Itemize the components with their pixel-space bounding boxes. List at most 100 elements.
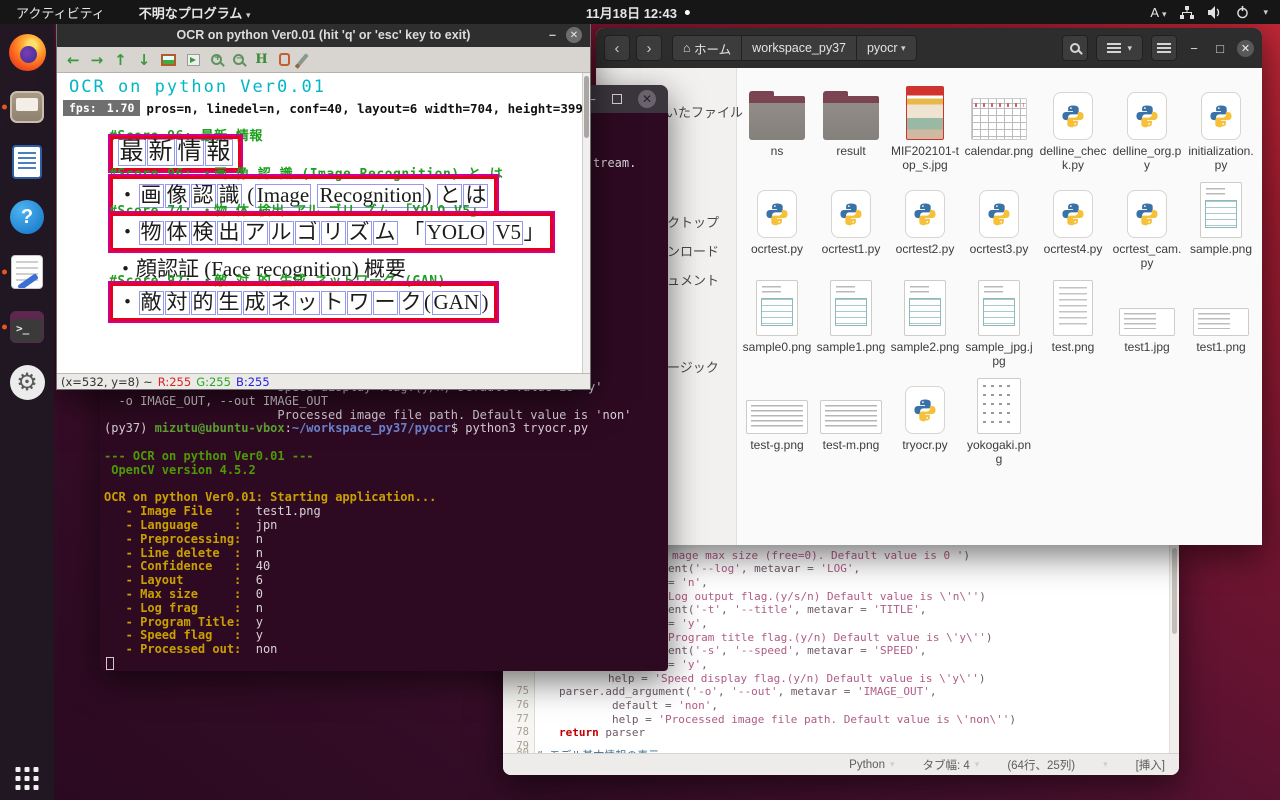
help-icon: ?: [10, 200, 44, 234]
dock-item-firefox[interactable]: [5, 32, 49, 72]
editor-line: help = 'Speed display flag.(y/n) Default…: [503, 672, 1169, 685]
file-thumbnail: [904, 280, 946, 336]
save-image-icon[interactable]: [161, 54, 176, 66]
python-file-icon: [1053, 190, 1093, 238]
file-name: ocrtest4.py: [1044, 242, 1103, 256]
file-item[interactable]: ocrtest4.py: [1038, 182, 1108, 270]
pan-up-icon[interactable]: ↑: [114, 51, 127, 69]
file-item[interactable]: sample_jpg.jpg: [964, 280, 1034, 368]
file-item[interactable]: calendar.png: [964, 84, 1034, 172]
file-item[interactable]: ocrtest3.py: [964, 182, 1034, 270]
file-name: sample2.png: [891, 340, 960, 354]
properties-icon[interactable]: [279, 53, 290, 66]
ocr-scrollbar[interactable]: [582, 73, 590, 375]
clock[interactable]: 11月18日 12:43: [586, 3, 690, 22]
volume-icon[interactable]: [1208, 6, 1222, 19]
close-icon[interactable]: ✕: [638, 90, 656, 108]
file-item[interactable]: yokogaki.png: [964, 378, 1034, 466]
forward-button[interactable]: ›: [636, 35, 662, 61]
file-item[interactable]: ocrtest_cam.py: [1112, 182, 1182, 270]
ocr-title-bar[interactable]: OCR on python Ver0.01 (hit 'q' or 'esc' …: [57, 23, 590, 47]
folder-icon: [749, 96, 805, 140]
activities-button[interactable]: アクティビティ: [16, 3, 105, 22]
terminal-line: - Image File : test1.png: [104, 505, 631, 519]
file-item[interactable]: test.png: [1038, 280, 1108, 368]
language-mode-selector[interactable]: Python▾: [849, 759, 894, 771]
editor-line: 78return parser: [503, 726, 1169, 739]
hamburger-menu-icon[interactable]: [1151, 35, 1177, 61]
minimize-button[interactable]: −: [1185, 41, 1203, 56]
terminal-line: OCR on python Ver0.01: Starting applicat…: [104, 491, 631, 505]
file-item[interactable]: test1.jpg: [1112, 280, 1182, 368]
brush-icon[interactable]: [297, 53, 308, 66]
back-button[interactable]: ‹: [604, 35, 630, 61]
file-item[interactable]: delline_org.py: [1112, 84, 1182, 172]
python-file-icon: [1053, 92, 1093, 140]
dock-item-terminal[interactable]: >_: [5, 307, 49, 347]
dock-item-help[interactable]: ?: [5, 197, 49, 237]
file-item[interactable]: delline_check.py: [1038, 84, 1108, 172]
file-item[interactable]: ocrtest2.py: [890, 182, 960, 270]
dock-item-text-editor[interactable]: [5, 252, 49, 292]
zoom-out-icon[interactable]: [233, 54, 244, 65]
editor-scrollbar[interactable]: [1169, 540, 1179, 753]
terminal-line: - Layout : 6: [104, 574, 631, 588]
view-toggle-button[interactable]: ▾: [1096, 35, 1143, 61]
pan-down-icon[interactable]: ↓: [138, 51, 151, 69]
file-item[interactable]: ocrtest.py: [742, 182, 812, 270]
file-item[interactable]: sample1.png: [816, 280, 886, 368]
breadcrumb-home[interactable]: ⌂ ホーム: [672, 35, 741, 61]
save-icon[interactable]: H: [255, 52, 267, 67]
ocr-detected-text: ・敵対的生成ネットワーク(GAN): [110, 283, 497, 321]
file-item[interactable]: initialization.py: [1186, 84, 1256, 172]
file-item[interactable]: test-m.png: [816, 378, 886, 466]
editor-status-bar: Python▾ タブ幅: 4▾ (64行、25列) ▾ [挿入]: [503, 753, 1179, 775]
dock-item-settings[interactable]: ⚙: [5, 362, 49, 402]
network-icon[interactable]: [1180, 6, 1194, 19]
system-menu-chevron[interactable]: ▾: [1263, 7, 1268, 18]
file-thumbnail: [830, 280, 872, 336]
minimize-button[interactable]: –: [549, 28, 556, 42]
maximize-button[interactable]: [612, 94, 622, 104]
file-item[interactable]: result: [816, 84, 886, 172]
file-item[interactable]: ocrtest1.py: [816, 182, 886, 270]
file-item[interactable]: sample2.png: [890, 280, 960, 368]
settings-gear-icon: ⚙: [10, 365, 45, 400]
file-item[interactable]: MIF202101-top_s.jpg: [890, 84, 960, 172]
file-item[interactable]: sample.png: [1186, 182, 1256, 270]
close-icon[interactable]: ✕: [1237, 40, 1254, 57]
dock-item-files[interactable]: [5, 87, 49, 127]
zoom-in-icon[interactable]: [211, 54, 222, 65]
input-method-indicator[interactable]: A ▾: [1150, 5, 1166, 20]
close-icon[interactable]: ✕: [566, 27, 582, 43]
app-menu[interactable]: 不明なプログラム ▾: [139, 3, 251, 22]
file-thumbnail: [1053, 280, 1093, 336]
python-file-icon: [979, 190, 1019, 238]
breadcrumb: ⌂ ホーム workspace_py37 pyocr ▾: [672, 35, 917, 61]
search-icon[interactable]: [1062, 35, 1088, 61]
tab-width-selector[interactable]: タブ幅: 4▾: [923, 757, 980, 773]
file-item[interactable]: ns: [742, 84, 812, 172]
breadcrumb-workspace[interactable]: workspace_py37: [741, 35, 856, 61]
python-file-icon: [905, 190, 945, 238]
ocr-canvas[interactable]: OCR on python Ver0.01 fps:1.70 pros=n, l…: [57, 73, 584, 375]
zoom-region-icon[interactable]: [187, 54, 200, 66]
position-dropdown-icon[interactable]: ▾: [1103, 759, 1108, 770]
show-applications-icon[interactable]: [16, 767, 39, 790]
file-name: ocrtest_cam.py: [1112, 242, 1182, 270]
ocr-params: pros=n, linedel=n, conf=40, layout=6 wid…: [146, 101, 583, 116]
pan-left-icon[interactable]: ←: [67, 51, 80, 69]
terminal-text-fragment: tream.: [593, 156, 636, 170]
breadcrumb-current[interactable]: pyocr ▾: [856, 35, 917, 61]
maximize-button[interactable]: □: [1211, 41, 1229, 56]
terminal-line: OpenCV version 4.5.2: [104, 464, 631, 478]
pan-right-icon[interactable]: →: [91, 51, 104, 69]
file-item[interactable]: sample0.png: [742, 280, 812, 368]
file-item[interactable]: test-g.png: [742, 378, 812, 466]
file-item[interactable]: tryocr.py: [890, 378, 960, 466]
dock-item-libreoffice-writer[interactable]: [5, 142, 49, 182]
file-item[interactable]: test1.png: [1186, 280, 1256, 368]
power-icon[interactable]: [1236, 6, 1249, 19]
ocr-window: OCR on python Ver0.01 (hit 'q' or 'esc' …: [56, 22, 591, 390]
terminal-output[interactable]: Speed display flag.(y/n) Default value i…: [104, 381, 631, 657]
